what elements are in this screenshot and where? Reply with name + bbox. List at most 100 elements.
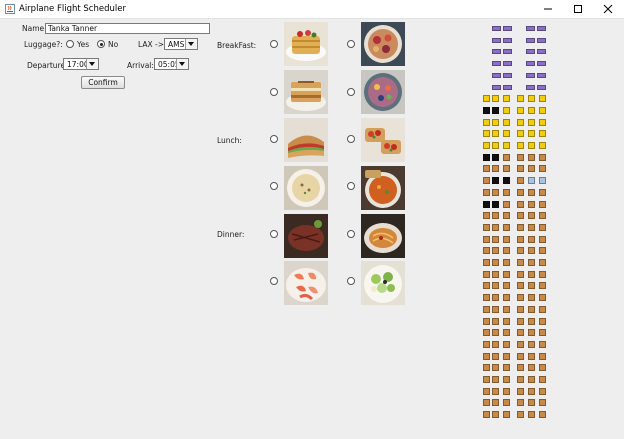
seat[interactable] (539, 376, 546, 383)
seat[interactable] (492, 364, 499, 371)
meal-option-radio[interactable] (347, 277, 355, 285)
seat[interactable] (517, 119, 524, 126)
seat[interactable] (517, 271, 524, 278)
seat[interactable] (528, 376, 535, 383)
seat[interactable] (503, 306, 510, 313)
seat[interactable] (526, 49, 535, 54)
meal-option-radio[interactable] (270, 40, 278, 48)
seat[interactable] (528, 329, 535, 336)
seat[interactable] (517, 306, 524, 313)
meal-option-radio[interactable] (270, 230, 278, 238)
seat[interactable] (539, 318, 546, 325)
seat[interactable] (539, 341, 546, 348)
seat[interactable] (517, 318, 524, 325)
seat[interactable] (492, 189, 499, 196)
tomato-soup-icon[interactable] (361, 166, 405, 210)
seat[interactable] (528, 142, 535, 149)
seat[interactable] (503, 107, 510, 114)
seat[interactable] (483, 142, 490, 149)
seat[interactable] (517, 177, 524, 184)
maximize-button[interactable] (563, 0, 593, 18)
seat[interactable] (503, 154, 510, 161)
soup-icon[interactable] (284, 166, 328, 210)
seat[interactable] (483, 376, 490, 383)
seat[interactable] (503, 130, 510, 137)
seat[interactable] (537, 49, 546, 54)
seat[interactable] (483, 329, 490, 336)
seat[interactable] (483, 411, 490, 418)
confirm-button[interactable]: Confirm (81, 76, 125, 89)
seat[interactable] (492, 212, 499, 219)
seat[interactable] (539, 306, 546, 313)
seat[interactable] (517, 364, 524, 371)
seat[interactable] (503, 95, 510, 102)
seat[interactable] (517, 411, 524, 418)
seat[interactable] (483, 154, 490, 161)
seat[interactable] (503, 142, 510, 149)
seat[interactable] (503, 201, 510, 208)
seat[interactable] (492, 294, 499, 301)
french-toast-icon[interactable] (284, 70, 328, 114)
seat[interactable] (528, 411, 535, 418)
seat[interactable] (517, 376, 524, 383)
departure-dropdown[interactable]: 17:00 (63, 58, 99, 70)
seat[interactable] (539, 259, 546, 266)
seat[interactable] (539, 411, 546, 418)
seat[interactable] (517, 142, 524, 149)
salad-icon[interactable] (361, 261, 405, 305)
seat[interactable] (517, 329, 524, 336)
seat[interactable] (528, 247, 535, 254)
pasta-icon[interactable] (361, 214, 405, 258)
seat[interactable] (483, 224, 490, 231)
seat[interactable] (528, 154, 535, 161)
seat[interactable] (503, 364, 510, 371)
seat[interactable] (492, 376, 499, 383)
seat[interactable] (526, 61, 535, 66)
seat[interactable] (492, 247, 499, 254)
seat[interactable] (492, 26, 501, 31)
seat[interactable] (503, 85, 512, 90)
seat[interactable] (503, 177, 510, 184)
seat[interactable] (503, 73, 512, 78)
seat[interactable] (503, 247, 510, 254)
seat[interactable] (483, 399, 490, 406)
arrival-dropdown[interactable]: 05:05 (154, 58, 189, 70)
acai-bowl-icon[interactable] (361, 70, 405, 114)
seat[interactable] (517, 294, 524, 301)
seat[interactable] (528, 119, 535, 126)
seat[interactable] (517, 154, 524, 161)
meal-option-radio[interactable] (347, 230, 355, 238)
seat[interactable] (483, 165, 490, 172)
seat[interactable] (539, 388, 546, 395)
seat[interactable] (503, 388, 510, 395)
seat[interactable] (483, 212, 490, 219)
seat[interactable] (539, 107, 546, 114)
seat[interactable] (492, 119, 499, 126)
seat[interactable] (483, 177, 490, 184)
seat[interactable] (528, 236, 535, 243)
seat[interactable] (483, 294, 490, 301)
oatmeal-bowl-icon[interactable] (361, 22, 405, 66)
seat[interactable] (517, 282, 524, 289)
seat[interactable] (503, 294, 510, 301)
seat[interactable] (539, 247, 546, 254)
meal-option-radio[interactable] (347, 182, 355, 190)
meal-option-radio[interactable] (347, 88, 355, 96)
seat[interactable] (503, 341, 510, 348)
seat[interactable] (517, 236, 524, 243)
seat[interactable] (492, 318, 499, 325)
seat[interactable] (517, 95, 524, 102)
seat[interactable] (483, 341, 490, 348)
seat[interactable] (539, 294, 546, 301)
seat[interactable] (492, 177, 499, 184)
seat[interactable] (503, 38, 512, 43)
seat[interactable] (517, 353, 524, 360)
seat[interactable] (483, 364, 490, 371)
meal-option-radio[interactable] (270, 135, 278, 143)
seat[interactable] (528, 271, 535, 278)
sandwich-icon[interactable] (284, 118, 328, 162)
seat[interactable] (483, 388, 490, 395)
seat[interactable] (492, 259, 499, 266)
seat[interactable] (537, 85, 546, 90)
seat[interactable] (503, 318, 510, 325)
